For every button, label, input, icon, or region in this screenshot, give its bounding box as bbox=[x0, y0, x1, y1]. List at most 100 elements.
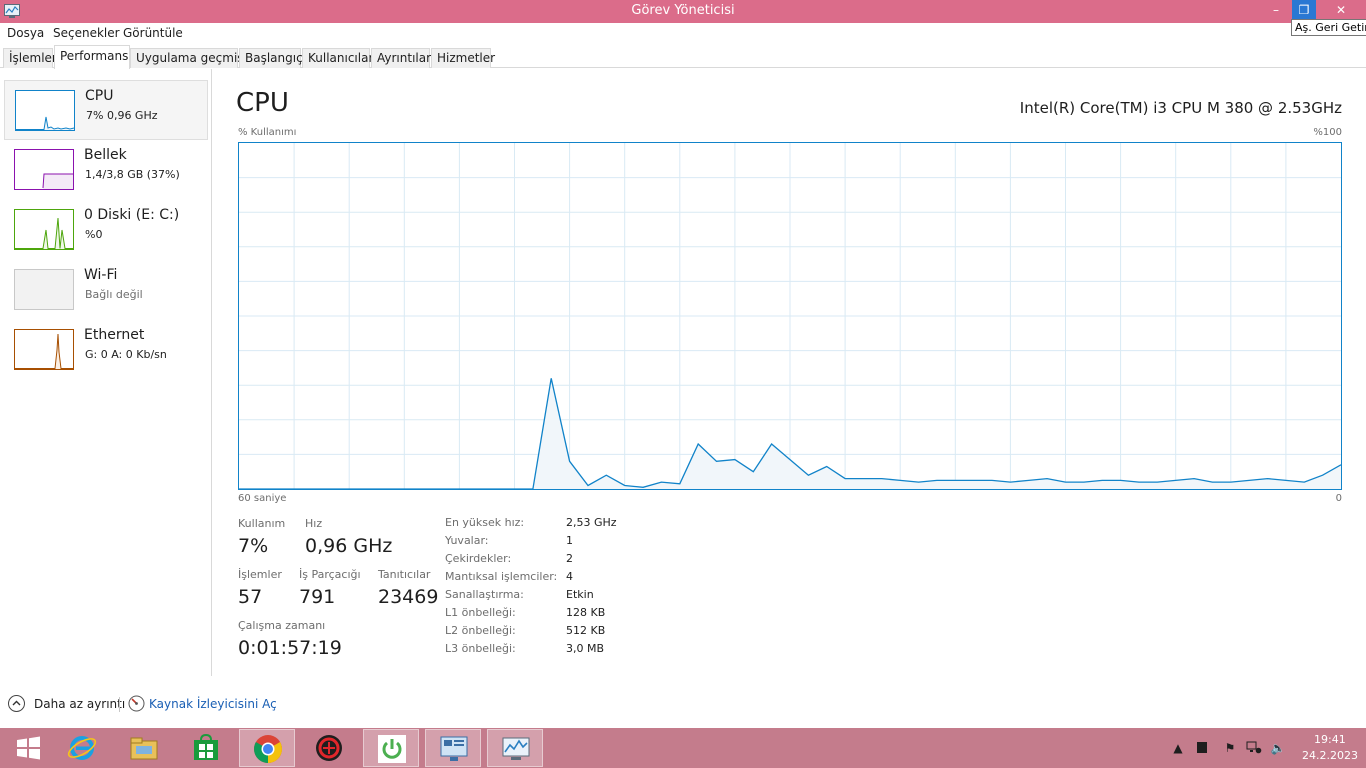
spec-value: 4 bbox=[566, 570, 573, 583]
control-panel-icon bbox=[440, 736, 468, 761]
taskbar-red-app[interactable] bbox=[301, 729, 357, 767]
window-title: Görev Yöneticisi bbox=[631, 3, 735, 18]
sidebar-item-subtitle: 1,4/3,8 GB (37%) bbox=[85, 168, 180, 181]
disk-thumbnail bbox=[14, 209, 74, 250]
tray-network-icon[interactable] bbox=[1246, 741, 1262, 755]
sidebar-item-title: Ethernet bbox=[84, 327, 145, 343]
chrome-icon bbox=[254, 735, 282, 763]
performance-sidebar: CPU 7% 0,96 GHz Bellek 1,4/3,8 GB (37%) … bbox=[0, 69, 212, 676]
spec-label: Yuvalar: bbox=[445, 534, 489, 547]
start-button[interactable] bbox=[0, 729, 56, 767]
sidebar-item-cpu[interactable]: CPU 7% 0,96 GHz bbox=[4, 80, 208, 140]
sidebar-item-ethernet[interactable]: Ethernet G: 0 A: 0 Kb/sn bbox=[4, 320, 208, 380]
fewer-details-label: Daha az ayrıntı bbox=[34, 697, 126, 711]
clock-date[interactable]: 24.2.2023 bbox=[1302, 749, 1358, 762]
clock-time[interactable]: 19:41 bbox=[1314, 733, 1346, 746]
processes-value: 57 bbox=[238, 586, 263, 608]
tab-users[interactable]: Kullanıcılar bbox=[302, 48, 373, 68]
disk-thumbnail-graph bbox=[15, 217, 73, 249]
processes-label: İşlemler bbox=[238, 568, 282, 581]
x-axis-left-label: 60 saniye bbox=[238, 493, 287, 504]
cpu-thumbnail bbox=[15, 90, 75, 131]
minimize-button[interactable]: – bbox=[1262, 0, 1290, 20]
menu-file[interactable]: Dosya bbox=[7, 26, 44, 40]
speed-value: 0,96 GHz bbox=[305, 535, 393, 557]
sidebar-item-subtitle: %0 bbox=[85, 228, 103, 241]
spec-label: L3 önbelleği: bbox=[445, 642, 516, 655]
close-button[interactable]: ✕ bbox=[1318, 0, 1364, 20]
tray-speaker-icon[interactable]: 🔈 bbox=[1270, 741, 1286, 755]
chevron-up-icon bbox=[8, 695, 25, 712]
spec-value: 3,0 MB bbox=[566, 642, 605, 655]
tab-services[interactable]: Hizmetler bbox=[431, 48, 495, 68]
spec-label: En yüksek hız: bbox=[445, 516, 525, 529]
threads-label: İş Parçacığı bbox=[299, 568, 361, 581]
spec-label: Çekirdekler: bbox=[445, 552, 512, 565]
usage-label: Kullanım bbox=[238, 517, 286, 530]
tab-strip: İşlemler Performans Uygulama geçmişi Baş… bbox=[0, 43, 1366, 69]
usage-value: 7% bbox=[238, 535, 269, 557]
cpu-usage-graph bbox=[238, 142, 1342, 490]
menu-bar: Dosya Seçenekler Görüntüle bbox=[0, 23, 1366, 43]
sidebar-item-title: Wi-Fi bbox=[84, 267, 118, 283]
taskbar-task-manager[interactable] bbox=[487, 729, 543, 767]
menu-options[interactable]: Seçenekler bbox=[53, 26, 120, 40]
spec-value: 1 bbox=[566, 534, 573, 547]
taskbar-power-app[interactable] bbox=[363, 729, 419, 767]
menu-view[interactable]: Görüntüle bbox=[123, 26, 183, 40]
taskbar-chrome[interactable] bbox=[239, 729, 295, 767]
tab-performance[interactable]: Performans bbox=[54, 45, 130, 69]
tab-startup[interactable]: Başlangıç bbox=[239, 48, 303, 68]
red-app-icon bbox=[316, 735, 342, 761]
sidebar-item-disk[interactable]: 0 Diski (E: C:) %0 bbox=[4, 200, 208, 260]
wifi-thumbnail bbox=[14, 269, 74, 310]
sidebar-item-title: 0 Diski (E: C:) bbox=[84, 207, 180, 223]
y-axis-label: % Kullanımı bbox=[238, 127, 297, 138]
y-axis-max-label: %100 bbox=[1313, 127, 1342, 138]
cpu-model-name: Intel(R) Core(TM) i3 CPU M 380 @ 2.53GHz bbox=[1019, 99, 1342, 117]
chart-grid bbox=[239, 143, 1341, 489]
handles-label: Tanıtıcılar bbox=[378, 568, 431, 581]
spec-value: 2,53 GHz bbox=[566, 516, 617, 529]
tray-desktop-icon[interactable] bbox=[1194, 741, 1210, 755]
internet-explorer-icon bbox=[67, 736, 97, 760]
taskbar-store[interactable] bbox=[178, 729, 234, 767]
tab-app-history[interactable]: Uygulama geçmişi bbox=[130, 48, 247, 68]
taskbar-internet-explorer[interactable] bbox=[54, 729, 110, 767]
store-icon bbox=[194, 733, 218, 760]
open-resource-monitor-label: Kaynak İzleyicisini Aç bbox=[149, 697, 277, 711]
spec-label: Mantıksal işlemciler: bbox=[445, 570, 558, 583]
threads-value: 791 bbox=[299, 586, 336, 608]
power-app-icon bbox=[378, 735, 406, 763]
sidebar-item-memory[interactable]: Bellek 1,4/3,8 GB (37%) bbox=[4, 140, 208, 200]
restore-tooltip: Aş. Geri Getir bbox=[1291, 19, 1366, 36]
start-icon bbox=[17, 736, 40, 760]
sidebar-item-wifi[interactable]: Wi-Fi Bağlı değil bbox=[4, 260, 208, 320]
footer-divider bbox=[119, 697, 120, 712]
file-explorer-icon bbox=[130, 737, 158, 760]
handles-value: 23469 bbox=[378, 586, 439, 608]
tray-action-center-flag-icon[interactable]: ⚑ bbox=[1222, 741, 1238, 755]
taskbar-control-panel[interactable] bbox=[425, 729, 481, 767]
spec-label: Sanallaştırma: bbox=[445, 588, 524, 601]
uptime-label: Çalışma zamanı bbox=[238, 619, 326, 632]
spec-value: 128 KB bbox=[566, 606, 606, 619]
spec-value: Etkin bbox=[566, 588, 594, 601]
restore-button[interactable]: ❐ bbox=[1292, 0, 1316, 20]
task-manager-icon bbox=[502, 737, 530, 760]
title-bar: Görev Yöneticisi – ❐ ✕ bbox=[0, 0, 1366, 23]
spec-label: L2 önbelleği: bbox=[445, 624, 516, 637]
sidebar-item-title: Bellek bbox=[84, 147, 127, 163]
sidebar-item-subtitle: 7% 0,96 GHz bbox=[86, 109, 158, 122]
tray-overflow-chevron-icon[interactable]: ▲ bbox=[1170, 741, 1186, 755]
tab-details[interactable]: Ayrıntılar bbox=[371, 48, 431, 68]
tab-processes[interactable]: İşlemler bbox=[3, 48, 57, 68]
spec-label: L1 önbelleği: bbox=[445, 606, 516, 619]
memory-thumbnail bbox=[14, 149, 74, 190]
resource-monitor-icon bbox=[128, 695, 145, 712]
cpu-usage-chart bbox=[239, 143, 1341, 489]
ethernet-thumbnail bbox=[14, 329, 74, 370]
taskbar-file-explorer[interactable] bbox=[116, 729, 172, 767]
sidebar-item-title: CPU bbox=[85, 88, 114, 104]
sidebar-item-subtitle: Bağlı değil bbox=[85, 288, 143, 301]
